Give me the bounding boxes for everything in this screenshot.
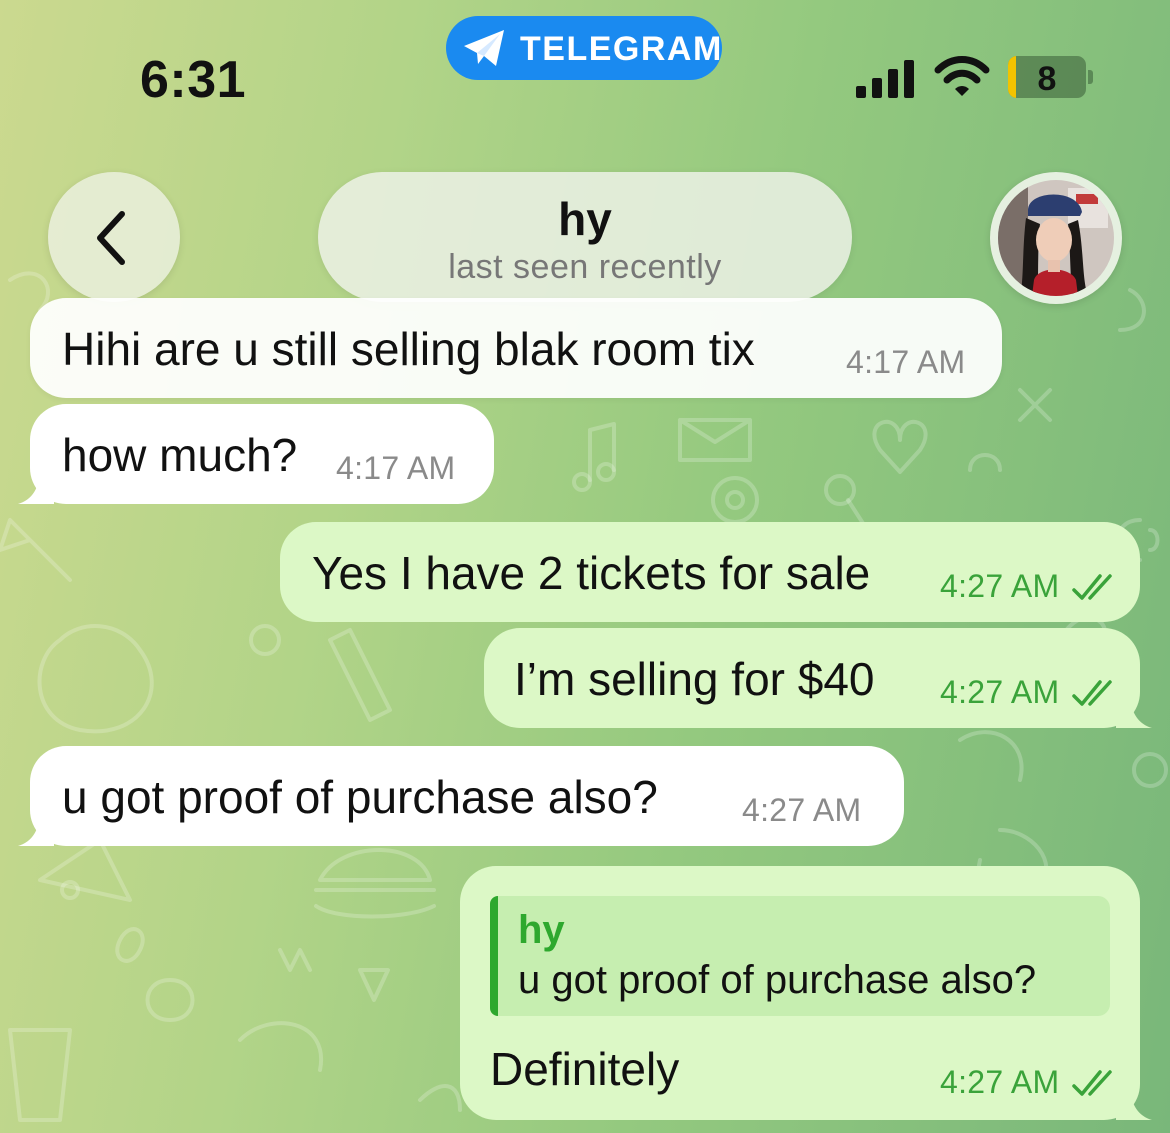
reply-sender-name: hy bbox=[518, 908, 565, 952]
avatar-photo bbox=[998, 180, 1114, 296]
chat-last-seen-status: last seen recently bbox=[448, 248, 722, 286]
quoted-reply[interactable]: hy u got proof of purchase also? bbox=[490, 896, 1110, 1016]
message-timestamp: 4:27 AM bbox=[940, 568, 1060, 604]
message-bubble-outgoing[interactable]: Yes I have 2 tickets for sale 4:27 AM bbox=[280, 522, 1140, 622]
bubble-tail bbox=[1116, 692, 1152, 728]
message-text: how much? bbox=[62, 429, 298, 481]
message-text: Definitely bbox=[490, 1043, 680, 1095]
message-text: u got proof of purchase also? bbox=[62, 771, 658, 823]
message-text: Hihi are u still selling blak room tix bbox=[62, 323, 755, 375]
message-text: Yes I have 2 tickets for sale bbox=[312, 547, 871, 599]
message-text: I’m selling for $40 bbox=[514, 653, 875, 705]
message-timestamp: 4:17 AM bbox=[336, 450, 456, 486]
reply-accent-bar bbox=[490, 896, 498, 1016]
message-bubble-outgoing[interactable]: I’m selling for $40 4:27 AM bbox=[484, 628, 1140, 728]
bubble-tail bbox=[18, 810, 54, 846]
status-bar-time: 6:31 bbox=[140, 51, 247, 109]
chevron-left-icon bbox=[97, 211, 125, 265]
battery-terminal bbox=[1088, 70, 1093, 84]
message-timestamp: 4:27 AM bbox=[742, 792, 862, 828]
telegram-app-pill[interactable]: TELEGRAM bbox=[446, 16, 722, 80]
message-timestamp: 4:27 AM bbox=[940, 1064, 1060, 1100]
bubble-tail bbox=[18, 468, 54, 504]
chat-title-pill[interactable]: hy last seen recently bbox=[318, 172, 852, 302]
read-double-check-icon bbox=[1072, 1070, 1112, 1096]
contact-avatar[interactable] bbox=[990, 172, 1122, 304]
read-double-check-icon bbox=[1072, 574, 1112, 600]
back-button[interactable] bbox=[48, 172, 180, 302]
message-bubble-outgoing-reply[interactable]: hy u got proof of purchase also? Definit… bbox=[460, 866, 1140, 1120]
app-name-label: TELEGRAM bbox=[520, 30, 723, 68]
message-timestamp: 4:17 AM bbox=[846, 344, 966, 380]
battery-indicator: 8 bbox=[1008, 56, 1086, 98]
message-bubble-incoming[interactable]: u got proof of purchase also? 4:27 AM bbox=[30, 746, 904, 846]
battery-percentage: 8 bbox=[1037, 60, 1057, 98]
avatar-portrait-illustration bbox=[998, 180, 1114, 296]
message-timestamp: 4:27 AM bbox=[940, 674, 1060, 710]
chat-name: hy bbox=[558, 193, 612, 245]
bubble-tail bbox=[1116, 1084, 1152, 1120]
telegram-paper-plane-icon bbox=[464, 30, 504, 66]
message-bubble-incoming[interactable]: Hihi are u still selling blak room tix 4… bbox=[30, 298, 1002, 398]
reply-quoted-text: u got proof of purchase also? bbox=[518, 958, 1037, 1002]
message-bubble-incoming[interactable]: how much? 4:17 AM bbox=[30, 404, 494, 504]
read-double-check-icon bbox=[1072, 680, 1112, 706]
wifi-icon bbox=[934, 56, 990, 96]
cellular-signal-icon bbox=[856, 60, 914, 98]
